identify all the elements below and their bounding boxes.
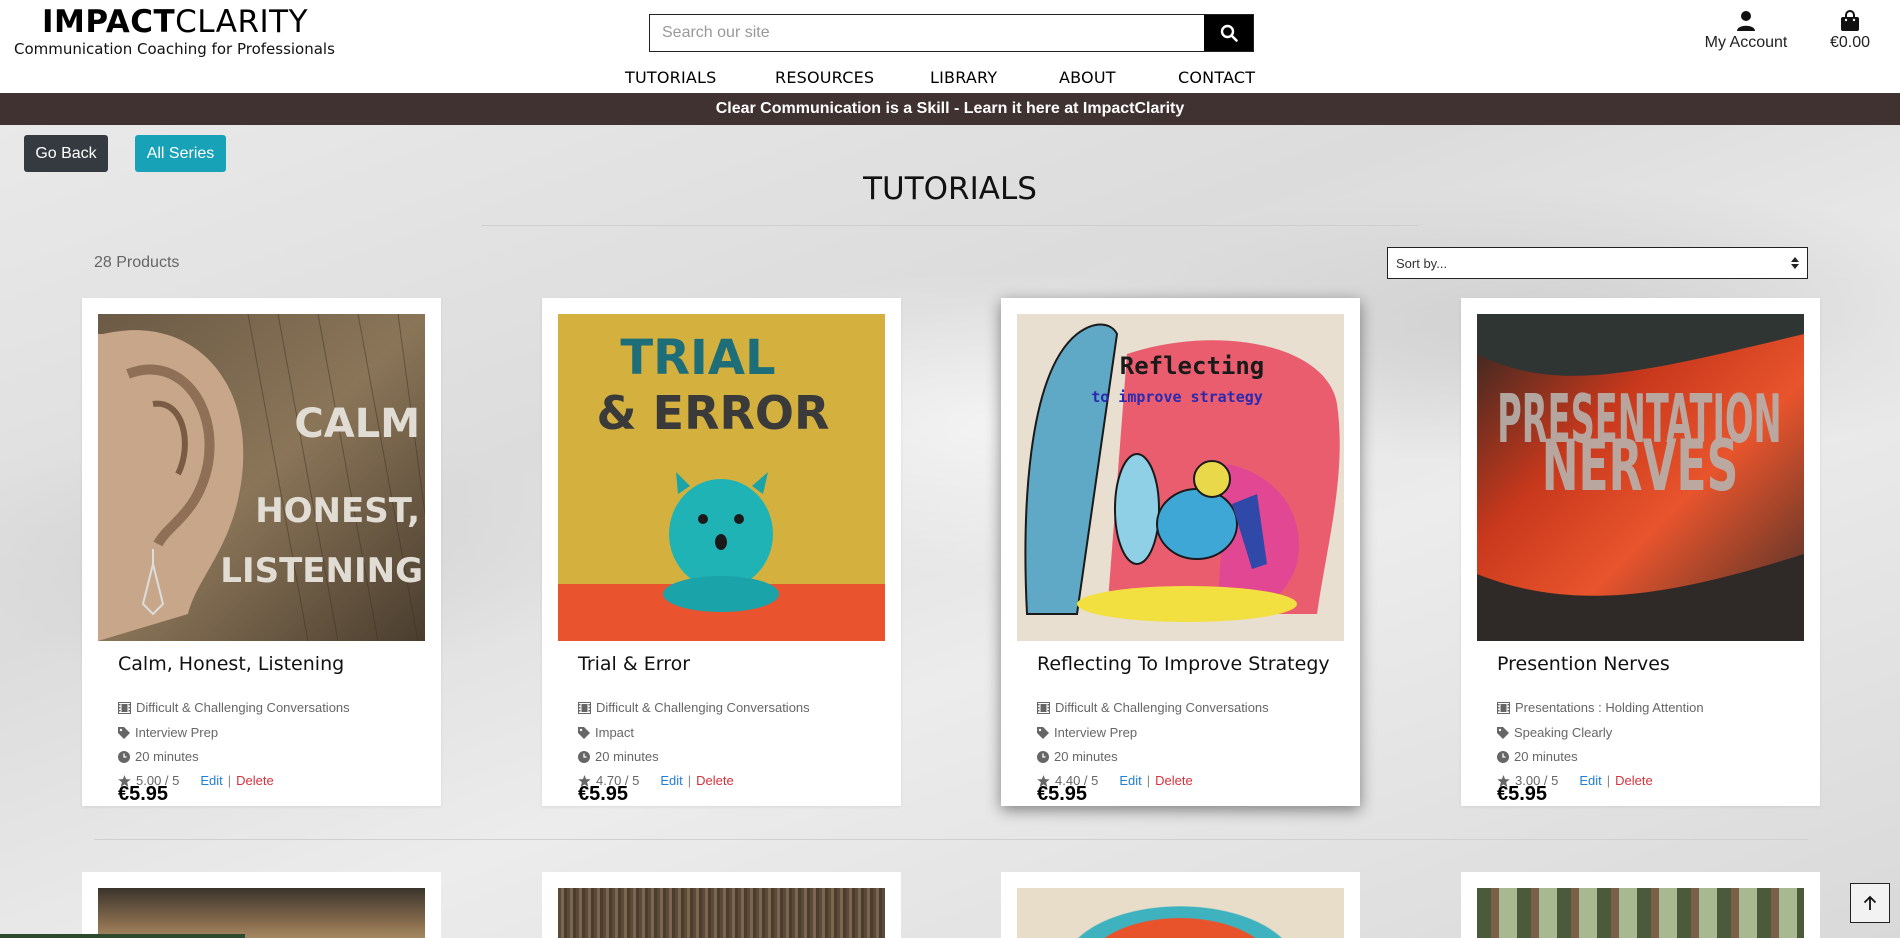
product-title[interactable]: Reflecting To Improve Strategy — [1037, 653, 1330, 675]
nav-about[interactable]: ABOUT — [1059, 68, 1116, 87]
delete-link[interactable]: Delete — [1155, 773, 1193, 788]
product-card[interactable]: PRESENTATION NERVES Presention Nerves Pr… — [1461, 298, 1820, 806]
go-back-button[interactable]: Go Back — [24, 135, 108, 172]
product-title[interactable]: Presention Nerves — [1497, 653, 1670, 675]
product-image[interactable]: TRIAL & ERROR — [558, 314, 885, 641]
my-account-label: My Account — [1704, 34, 1788, 51]
tag-icon — [578, 726, 590, 739]
product-price: €5.95 — [118, 783, 169, 805]
sort-selected-value: Sort by... — [1396, 255, 1448, 271]
search-input[interactable] — [650, 15, 1204, 51]
my-account-link[interactable]: My Account — [1700, 8, 1792, 52]
product-count: 28 Products — [94, 254, 180, 271]
product-duration: 20 minutes — [1497, 749, 1578, 764]
clock-icon — [1037, 750, 1049, 763]
shopping-bag-icon — [1841, 10, 1859, 31]
sort-select[interactable]: Sort by... — [1387, 247, 1808, 279]
film-icon — [1497, 701, 1510, 714]
edit-link[interactable]: Edit — [660, 773, 682, 788]
product-image[interactable]: CALM HONEST, LISTENING — [98, 314, 425, 641]
image-text: LISTENING — [220, 551, 423, 591]
search-bar — [649, 14, 1254, 52]
clock-icon — [578, 750, 590, 763]
product-category[interactable]: Difficult & Challenging Conversations — [118, 700, 350, 715]
product-duration: 20 minutes — [578, 749, 659, 764]
film-icon — [118, 701, 131, 714]
select-arrows-icon — [1791, 257, 1799, 269]
product-title[interactable]: Calm, Honest, Listening — [118, 653, 344, 675]
product-card[interactable] — [1001, 872, 1360, 938]
nav-contact[interactable]: CONTACT — [1178, 68, 1255, 87]
product-duration: 20 minutes — [1037, 749, 1118, 764]
product-tag[interactable]: Interview Prep — [118, 725, 218, 740]
product-card[interactable]: Reflecting to improve strategy Reflectin… — [1001, 298, 1360, 806]
delete-link[interactable]: Delete — [1615, 773, 1653, 788]
edit-link[interactable]: Edit — [1579, 773, 1601, 788]
product-card[interactable] — [82, 872, 441, 938]
product-category[interactable]: Presentations : Holding Attention — [1497, 700, 1704, 715]
page-title: TUTORIALS — [863, 171, 1037, 207]
delete-link[interactable]: Delete — [236, 773, 274, 788]
image-text: & ERROR — [597, 386, 830, 440]
product-card[interactable] — [1461, 872, 1820, 938]
product-image[interactable]: Reflecting to improve strategy — [1017, 314, 1344, 641]
product-price: €5.95 — [1037, 783, 1088, 805]
product-image[interactable] — [558, 888, 885, 938]
nav-tutorials[interactable]: TUTORIALS — [625, 68, 717, 87]
arrow-up-icon — [1863, 895, 1877, 910]
film-icon — [1037, 701, 1050, 714]
user-icon — [1737, 11, 1755, 31]
product-title[interactable]: Trial & Error — [578, 653, 690, 675]
edit-link[interactable]: Edit — [1119, 773, 1141, 788]
image-text: to improve strategy — [1091, 388, 1263, 406]
search-button[interactable] — [1204, 15, 1253, 51]
image-text: Reflecting — [1120, 352, 1265, 380]
bottom-status-bar — [0, 934, 245, 938]
nav-library[interactable]: LIBRARY — [930, 68, 997, 87]
bag-total: €0.00 — [1829, 34, 1871, 51]
product-category[interactable]: Difficult & Challenging Conversations — [1037, 700, 1269, 715]
image-text: CALM — [294, 401, 420, 447]
tag-icon — [1037, 726, 1049, 739]
image-text: NERVES — [1542, 425, 1739, 507]
product-tag[interactable]: Impact — [578, 725, 634, 740]
product-card[interactable]: CALM HONEST, LISTENING Calm, Honest, Lis… — [82, 298, 441, 806]
product-image[interactable] — [1017, 888, 1344, 938]
product-price: €5.95 — [1497, 783, 1548, 805]
nav-resources[interactable]: RESOURCES — [775, 68, 874, 87]
main-content: Go Back All Series TUTORIALS 28 Products… — [0, 125, 1900, 938]
title-divider — [482, 225, 1418, 226]
edit-link[interactable]: Edit — [200, 773, 222, 788]
product-tag[interactable]: Speaking Clearly — [1497, 725, 1612, 740]
row-divider — [94, 839, 1808, 840]
product-image[interactable] — [1477, 888, 1804, 938]
product-card[interactable] — [542, 872, 901, 938]
delete-link[interactable]: Delete — [696, 773, 734, 788]
product-duration: 20 minutes — [118, 749, 199, 764]
film-icon — [578, 701, 591, 714]
logo-tagline: Communication Coaching for Professionals — [14, 40, 335, 58]
main-nav: TUTORIALS RESOURCES LIBRARY ABOUT CONTAC… — [0, 68, 1900, 90]
image-text: TRIAL — [620, 330, 775, 386]
product-image[interactable] — [98, 888, 425, 938]
product-category[interactable]: Difficult & Challenging Conversations — [578, 700, 810, 715]
all-series-button[interactable]: All Series — [135, 135, 226, 172]
product-tag[interactable]: Interview Prep — [1037, 725, 1137, 740]
shopping-bag-link[interactable]: €0.00 — [1820, 8, 1880, 52]
tag-icon — [1497, 726, 1509, 739]
tag-icon — [118, 726, 130, 739]
product-card[interactable]: TRIAL & ERROR Trial & Error Difficult & … — [542, 298, 901, 806]
site-logo[interactable]: IMPACTCLARITY Communication Coaching for… — [14, 4, 335, 58]
clock-icon — [1497, 750, 1509, 763]
scroll-to-top-button[interactable] — [1850, 883, 1890, 923]
product-image[interactable]: PRESENTATION NERVES — [1477, 314, 1804, 641]
product-price: €5.95 — [578, 783, 629, 805]
logo-text: IMPACTCLARITY — [42, 4, 309, 40]
promo-banner: Clear Communication is a Skill - Learn i… — [0, 93, 1900, 125]
image-text: HONEST, — [255, 491, 420, 531]
site-header: IMPACTCLARITY Communication Coaching for… — [0, 0, 1900, 93]
clock-icon — [118, 750, 130, 763]
search-icon — [1220, 24, 1238, 42]
